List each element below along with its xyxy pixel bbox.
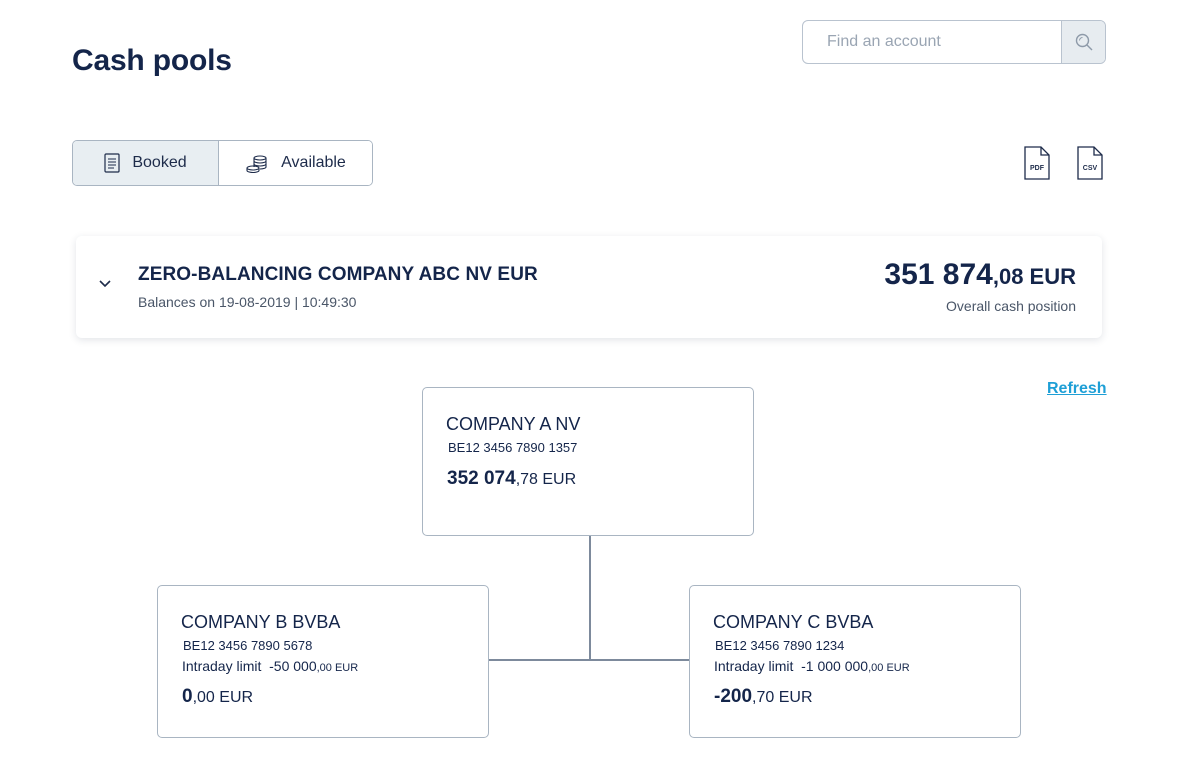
balance-decimal: ,70 (752, 689, 775, 706)
search-input[interactable] (803, 21, 1061, 63)
account-iban: BE12 3456 7890 5678 (183, 638, 313, 653)
balance-integer: 0 (182, 686, 193, 707)
search-icon (1075, 33, 1092, 51)
account-node-company-c[interactable]: COMPANY C BVBA BE12 3456 7890 1234 Intra… (689, 585, 1021, 738)
limit-label: Intraday limit (182, 658, 262, 674)
export-pdf-button[interactable]: PDF (1023, 146, 1051, 185)
overall-cash-label: Overall cash position (946, 298, 1076, 314)
account-name: COMPANY C BVBA (713, 612, 874, 632)
limit-label: Intraday limit (714, 658, 794, 674)
pdf-file-icon: PDF (1024, 146, 1050, 180)
balance-currency: EUR (774, 689, 813, 706)
chevron-down-icon (99, 280, 111, 288)
account-balance: 0,00 EUR (182, 686, 253, 708)
overall-cash-amount: 351 874,08 EUR (884, 258, 1076, 292)
balance-type-toggle: Booked Available (72, 140, 373, 186)
account-search (802, 20, 1106, 64)
limit-decimal: ,00 EUR (316, 662, 359, 674)
coins-icon (246, 155, 267, 173)
balance-currency: EUR (537, 471, 577, 488)
account-name: COMPANY B BVBA (181, 612, 341, 632)
balance-decimal: ,00 (192, 689, 215, 706)
refresh-link[interactable]: Refresh (1047, 380, 1107, 398)
available-tab[interactable]: Available (219, 141, 372, 185)
balance-integer: -200 (714, 686, 753, 707)
export-csv-button[interactable]: CSV (1076, 146, 1104, 185)
connector-horizontal (489, 659, 689, 661)
available-label: Available (281, 154, 346, 171)
csv-label: CSV (1083, 165, 1098, 172)
booked-label: Booked (132, 154, 187, 171)
limit-decimal: ,00 EUR (868, 662, 910, 674)
amount-decimal: ,08 (992, 264, 1024, 289)
amount-currency: EUR (1023, 264, 1076, 289)
account-name: COMPANY A NV (446, 414, 581, 434)
account-node-master[interactable]: COMPANY A NV BE12 3456 7890 1357 352 074… (422, 387, 754, 536)
pool-name: ZERO-BALANCING COMPANY ABC NV EUR (138, 264, 538, 285)
connector-vertical (589, 536, 591, 661)
account-balance: 352 074,78 EUR (447, 468, 576, 490)
account-balance: -200,70 EUR (714, 686, 813, 708)
csv-file-icon: CSV (1077, 146, 1103, 180)
limit-integer: -50 000 (269, 658, 317, 674)
limit-integer: -1 000 000 (801, 658, 869, 674)
balance-currency: EUR (214, 689, 254, 706)
cash-pool-summary: ZERO-BALANCING COMPANY ABC NV EUR Balanc… (76, 236, 1102, 338)
search-button[interactable] (1061, 21, 1105, 63)
amount-integer: 351 874 (884, 258, 993, 291)
balance-integer: 352 074 (447, 468, 516, 489)
document-icon (104, 153, 120, 173)
account-node-company-b[interactable]: COMPANY B BVBA BE12 3456 7890 5678 Intra… (157, 585, 489, 738)
booked-tab[interactable]: Booked (73, 141, 219, 185)
expand-toggle[interactable] (98, 276, 112, 294)
intraday-limit: Intraday limit -1 000 000,00 EUR (714, 658, 910, 674)
page-title: Cash pools (72, 44, 232, 77)
balance-decimal: ,78 (515, 471, 538, 488)
balances-timestamp: Balances on 19-08-2019 | 10:49:30 (138, 294, 357, 310)
intraday-limit: Intraday limit -50 000,00 EUR (182, 658, 358, 674)
account-iban: BE12 3456 7890 1357 (448, 440, 578, 455)
pdf-label: PDF (1030, 165, 1045, 172)
account-iban: BE12 3456 7890 1234 (715, 638, 845, 653)
